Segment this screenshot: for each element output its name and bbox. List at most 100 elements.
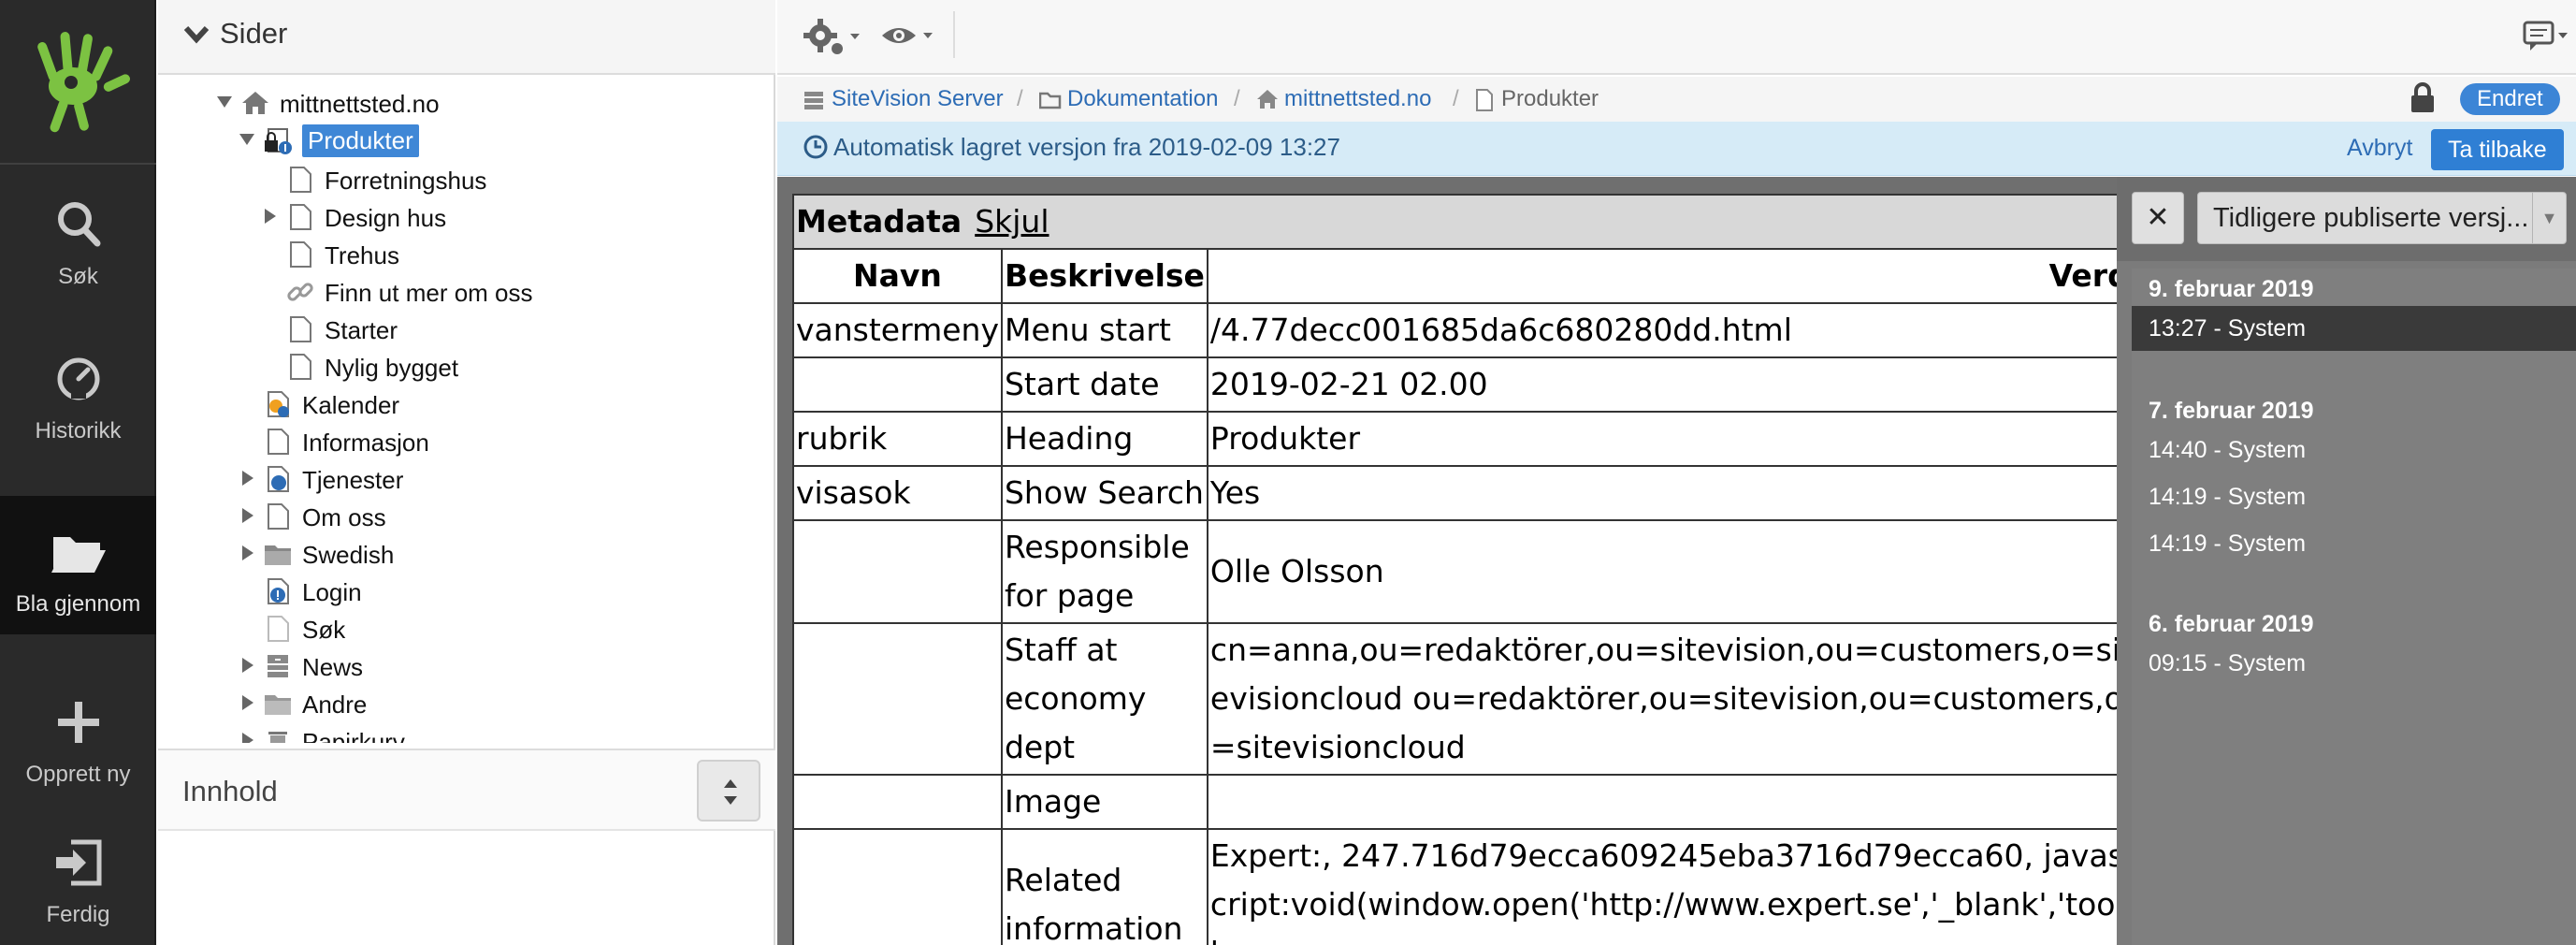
meta-value-cell: Produkter xyxy=(1206,411,2144,467)
lock-icon[interactable] xyxy=(2409,82,2437,114)
version-item[interactable]: 14:40 - System xyxy=(2132,428,2576,472)
rail-search-label: Søk xyxy=(58,264,98,289)
sort-arrows-icon xyxy=(724,779,737,805)
resize-toggle-button[interactable] xyxy=(697,760,760,821)
page-icon xyxy=(290,316,311,342)
tree-node-label: mittnettsted.no xyxy=(280,90,440,118)
page-icon xyxy=(290,241,311,268)
breadcrumb-site[interactable]: mittnettsted.no xyxy=(1284,86,1431,112)
metadata-caption-row: Metadata Skjul xyxy=(792,194,2144,250)
meta-desc-cell: Show Search xyxy=(1000,465,1208,521)
version-date-heading: 7. februar 2019 xyxy=(2149,398,2314,424)
table-row: Staff at economy dept cn=anna,ou=redaktö… xyxy=(792,622,2144,776)
hide-metadata-link[interactable]: Skjul xyxy=(975,203,1049,240)
version-item[interactable]: 14:19 - System xyxy=(2132,521,2576,566)
table-row: visasok Show Search Yes xyxy=(792,465,2144,521)
version-item[interactable]: 09:15 - System xyxy=(2132,641,2576,686)
sidebar-header[interactable]: Sider xyxy=(158,0,775,75)
collapsed-toggle-icon[interactable] xyxy=(239,657,255,674)
autosave-message: Automatisk lagret versjon fra 2019-02-09… xyxy=(833,133,1340,161)
version-item[interactable]: 13:27 - System xyxy=(2132,306,2576,351)
chevron-down-icon: ▼ xyxy=(2532,193,2566,243)
tree-node-label: Informasjon xyxy=(302,429,429,457)
search-icon xyxy=(57,202,100,247)
status-badge: Endret xyxy=(2460,83,2560,115)
rail-create-button[interactable]: Opprett ny xyxy=(0,666,156,805)
column-header-verdi: Verdi xyxy=(1206,248,2144,304)
collapsed-toggle-icon[interactable] xyxy=(239,545,255,561)
cancel-link[interactable]: Avbryt xyxy=(2347,135,2412,162)
content-panel-header: Innhold xyxy=(158,749,775,831)
rail-create-label: Opprett ny xyxy=(25,762,131,787)
meta-name-cell xyxy=(792,774,1003,830)
meta-value-cell: cn=anna,ou=redaktörer,ou=sitevision,ou=c… xyxy=(1206,622,2144,776)
meta-value-cell: Olle Olsson xyxy=(1206,519,2144,624)
collapsed-toggle-icon[interactable] xyxy=(261,208,278,225)
rail-history-button[interactable]: Historikk xyxy=(0,323,156,461)
info-page-icon xyxy=(268,578,289,604)
tree-node-label: Swedish xyxy=(302,541,395,569)
meta-desc-cell: Staff at economy dept xyxy=(1000,622,1208,776)
breadcrumb: SiteVision Server / Dokumentation / mitt… xyxy=(777,77,2576,122)
metadata-caption: Metadata xyxy=(796,203,962,240)
left-rail: Søk Historikk Bla gjennom Opprett ny Fer… xyxy=(0,0,156,945)
meta-value-cell xyxy=(1206,774,2144,830)
meta-name-cell: visasok xyxy=(792,465,1003,521)
meta-name-cell xyxy=(792,828,1003,945)
plus-icon xyxy=(57,702,99,743)
version-history-header: ✕ Tidligere publiserte versj... ▼ xyxy=(2117,177,2576,261)
column-header-beskrivelse: Beskrivelse xyxy=(1000,248,1208,304)
exit-icon xyxy=(55,839,101,886)
close-panel-button[interactable]: ✕ xyxy=(2132,192,2184,244)
meta-value-cell: 2019-02-21 02.00 xyxy=(1206,356,2144,413)
meta-value-cell: Yes xyxy=(1206,465,2144,521)
tree-node-label: Finn ut mer om oss xyxy=(325,279,533,307)
settings-menu-icon[interactable] xyxy=(802,17,863,58)
content-panel-title: Innhold xyxy=(182,775,278,807)
rail-search-button[interactable]: Søk xyxy=(0,168,156,307)
metadata-header-row: Navn Beskrivelse Verdi xyxy=(792,248,2144,304)
tree-node-label: Produkter xyxy=(302,124,419,157)
restore-button[interactable]: Ta tilbake xyxy=(2431,129,2564,170)
version-type-select[interactable]: Tidligere publiserte versj... ▼ xyxy=(2197,192,2567,244)
collapsed-toggle-icon[interactable] xyxy=(239,507,255,524)
expand-toggle-icon[interactable] xyxy=(239,131,255,148)
metadata-table: Metadata Skjul Navn Beskrivelse Verdi van… xyxy=(792,194,2144,945)
collapsed-toggle-icon[interactable] xyxy=(239,694,255,711)
trash-icon xyxy=(268,732,287,743)
breadcrumb-current: Produkter xyxy=(1501,86,1599,111)
version-preview-area: Metadata Skjul Navn Beskrivelse Verdi van… xyxy=(777,177,2576,945)
table-row: vanstermeny Menu start /4.77decc001685da… xyxy=(792,302,2144,358)
preview-eye-icon[interactable] xyxy=(880,17,938,58)
meta-value-cell: Expert:, 247.716d79ecca609245eba3716d79e… xyxy=(1206,828,2144,945)
version-date-heading: 9. februar 2019 xyxy=(2149,276,2314,302)
history-icon xyxy=(57,357,99,400)
collapsed-toggle-icon[interactable] xyxy=(239,470,255,487)
version-type-select-value: Tidligere publiserte versj... xyxy=(2213,203,2529,233)
folder-open-icon xyxy=(51,537,106,573)
version-item[interactable]: 14:19 - System xyxy=(2132,474,2576,519)
rail-done-button[interactable]: Ferdig xyxy=(0,807,156,945)
breadcrumb-separator: / xyxy=(1017,86,1023,111)
meta-desc-cell: Heading xyxy=(1000,411,1208,467)
breadcrumb-dokumentation[interactable]: Dokumentation xyxy=(1067,86,1218,112)
rail-browse-button[interactable]: Bla gjennom xyxy=(0,496,156,634)
comments-icon[interactable] xyxy=(2523,17,2569,58)
toolbar-divider xyxy=(953,11,955,58)
page-icon xyxy=(268,503,289,530)
metadata-table-container: Metadata Skjul Navn Beskrivelse Verdi van… xyxy=(792,194,2144,945)
tree-node-label: Forretningshus xyxy=(325,167,487,195)
breadcrumb-server[interactable]: SiteVision Server xyxy=(832,86,1004,112)
app-window: Søk Historikk Bla gjennom Opprett ny Fer… xyxy=(0,0,2576,945)
rail-history-label: Historikk xyxy=(35,418,122,443)
archive-icon xyxy=(268,655,288,677)
version-history-panel: ✕ Tidligere publiserte versj... ▼ 9. feb… xyxy=(2117,177,2576,945)
meta-value-cell: /4.77decc001685da6c680280dd.html xyxy=(1206,302,2144,358)
meta-name-cell xyxy=(792,622,1003,776)
tree-node-label: Design hus xyxy=(325,204,447,232)
tree-node-label: Om oss xyxy=(302,503,386,531)
home-icon xyxy=(1257,90,1278,109)
chevron-down-icon xyxy=(183,25,210,44)
expand-toggle-icon[interactable] xyxy=(216,94,233,110)
collapsed-toggle-icon[interactable] xyxy=(239,732,255,743)
